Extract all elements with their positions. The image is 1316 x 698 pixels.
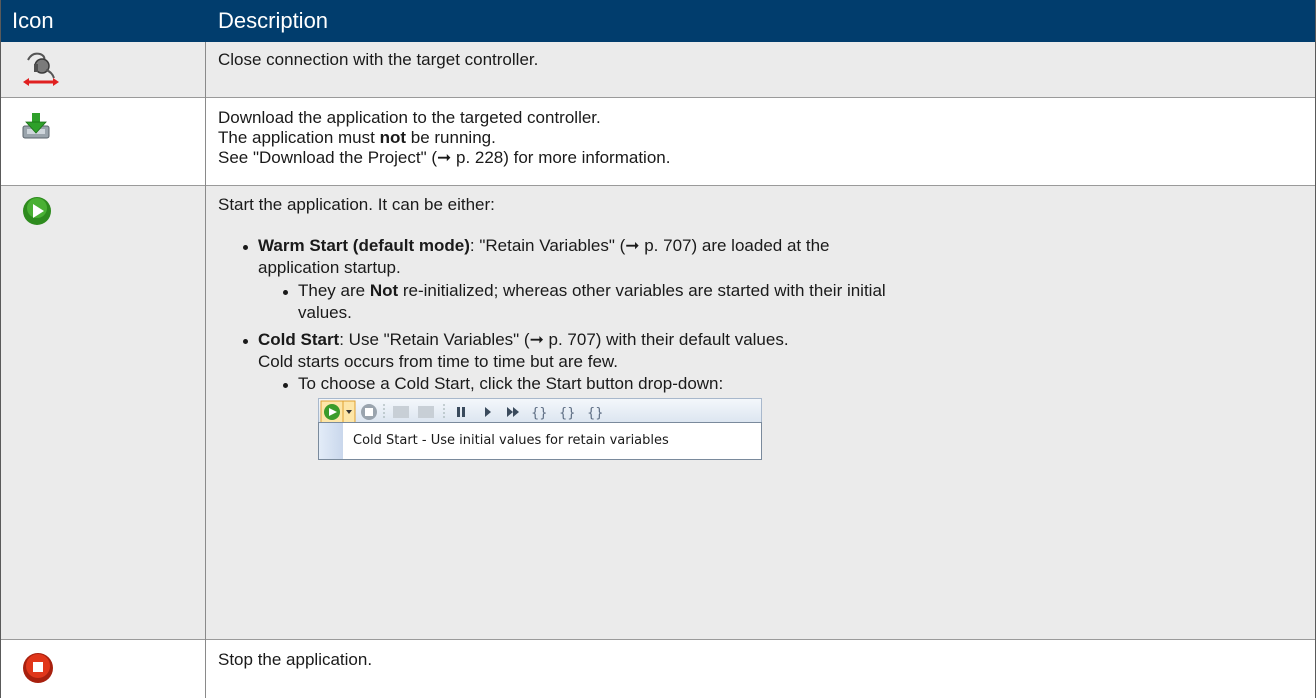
download-icon [22,112,50,145]
icon-description-table: Icon Description Close connection with t… [0,0,1316,698]
text-fragment: They are [298,281,370,300]
start-intro-text: Start the application. It can be either: [218,195,495,214]
warm-start-desc[interactable]: : "Retain Variables" (➞ p. 707) are load… [470,236,830,255]
cold-start-label: Cold Start [258,330,340,349]
bullet [283,290,288,295]
stop-icon [22,652,54,689]
menu-gutter [319,423,343,459]
table-row: Close connection with the target control… [0,42,1316,98]
header-description-col: Description [218,8,329,33]
bullet [283,383,288,388]
warm-start-item: Warm Start (default mode): "Retain Varia… [258,235,1298,279]
disconnect-icon [22,50,60,95]
header-icon-col: Icon [12,8,54,33]
svg-text:{}: {} [587,406,604,421]
table-row: Stop the application. [0,640,1316,698]
bold-not: Not [369,281,399,300]
cold-start-desc-cont: Cold starts occurs from time to time but… [258,352,618,371]
bold-not: not [379,128,407,147]
dropdown-menu: Cold Start - Use initial values for reta… [318,422,762,460]
svg-text:{}: {} [559,406,576,421]
cold-start-subitem: To choose a Cold Start, click the Start … [298,374,724,393]
stop-text: Stop the application. [218,650,373,669]
warm-start-label: Warm Start (default mode) [258,236,470,255]
table-header: Icon Description [0,0,1316,42]
text-fragment: be running. [406,128,496,147]
bullet [243,339,248,344]
table-border-left [0,0,1,698]
column-divider [205,42,206,698]
warm-start-subitem: They are Not re-initialized; whereas oth… [298,280,1308,324]
cold-start-menu-item[interactable]: Cold Start - Use initial values for reta… [353,423,669,459]
text-fragment: The application must [218,128,380,147]
toolbar: {} {} {} [318,398,762,424]
download-project-link[interactable]: See "Download the Project" (➞ p. 228) fo… [218,148,670,168]
bullet [243,245,248,250]
svg-text:{}: {} [531,406,548,421]
table-row: Download the application to the targeted… [0,98,1316,186]
start-dropdown-screenshot: {} {} {} Cold Start - Use initial values… [318,398,762,462]
cold-start-desc[interactable]: : Use "Retain Variables" (➞ p. 707) with… [339,330,788,349]
warm-start-desc-cont: application startup. [258,258,401,277]
text-fragment: values. [298,303,352,322]
cold-start-item: Cold Start: Use "Retain Variables" (➞ p.… [258,329,1298,373]
text-fragment: re-initialized; whereas other variables … [398,281,886,300]
download-line-1: Download the application to the targeted… [218,108,601,127]
start-icon [22,196,52,231]
close-connection-text: Close connection with the target control… [218,50,539,69]
download-line-2: The application must not be running. [218,128,670,148]
download-description: Download the application to the targeted… [218,108,670,168]
